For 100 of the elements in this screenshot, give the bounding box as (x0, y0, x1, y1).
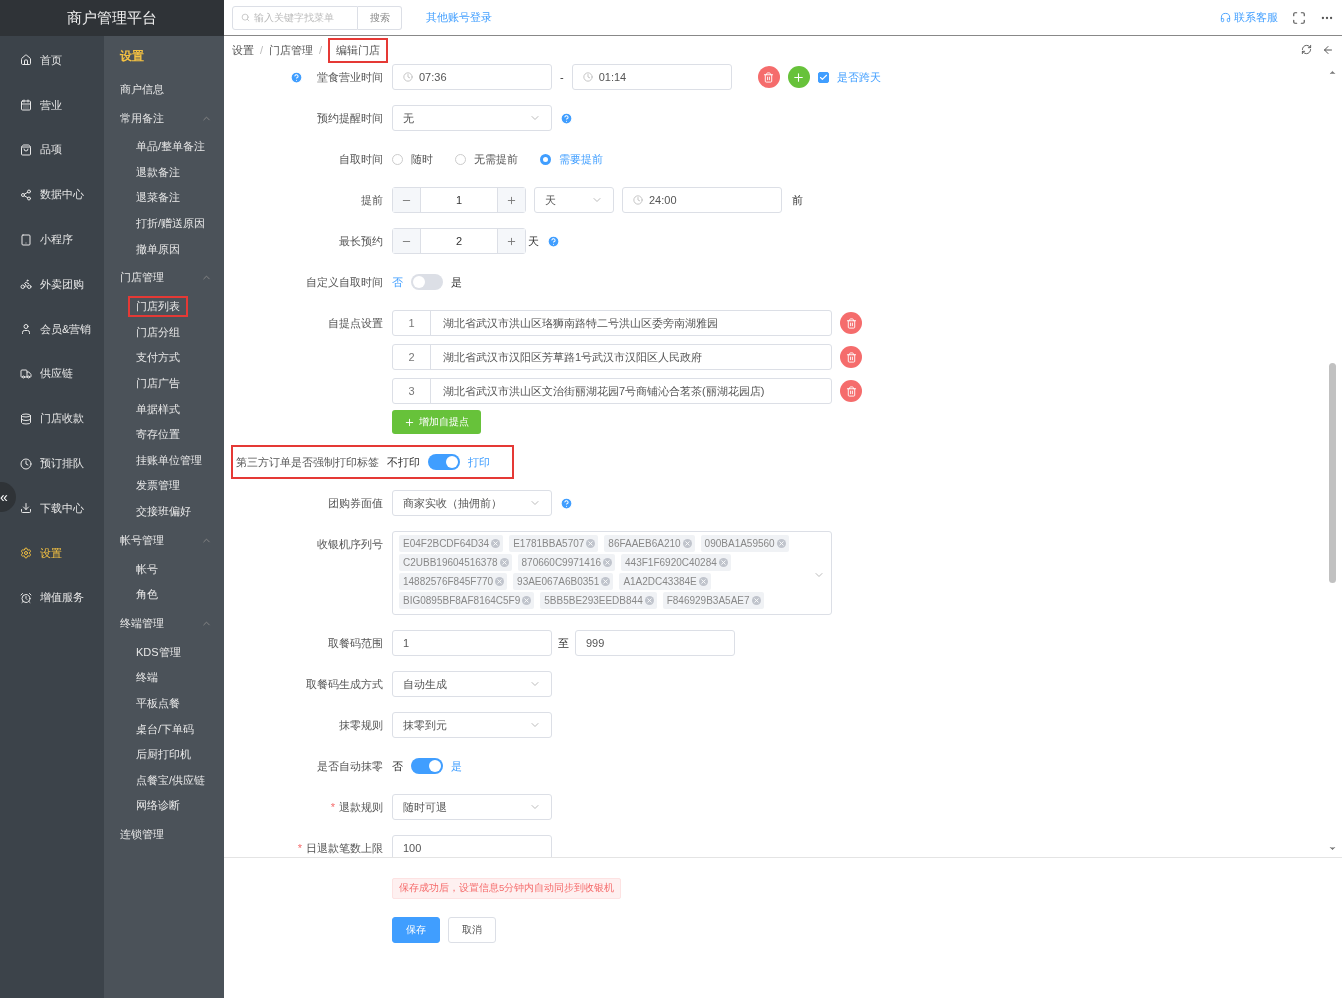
menu-item[interactable]: 单据样式 (136, 400, 180, 418)
toggle-switch[interactable] (411, 758, 443, 774)
number-stepper[interactable]: 2 (392, 228, 526, 254)
nav-item[interactable]: 下载中心 (18, 485, 104, 531)
menu-item[interactable]: 帐号 (136, 560, 158, 578)
help-icon[interactable] (560, 496, 573, 510)
select-field[interactable]: 自动生成 (392, 671, 552, 697)
toggle-switch[interactable] (428, 454, 460, 470)
nav-item[interactable]: 预订排队 (18, 441, 104, 486)
close-icon[interactable] (644, 596, 654, 605)
menu-item[interactable]: 桌台/下单码 (136, 720, 195, 738)
menu-item[interactable]: KDS管理 (136, 643, 181, 661)
delete-button[interactable] (757, 66, 780, 88)
close-icon[interactable] (682, 539, 692, 548)
menu-item[interactable]: 平板点餐 (136, 695, 180, 712)
close-icon[interactable] (698, 577, 708, 586)
time-field[interactable]: 07:36 (392, 64, 552, 90)
nav-item[interactable]: 数据中心 (18, 172, 104, 218)
search-button[interactable]: 搜索 (358, 5, 402, 30)
menu-item[interactable]: 门店分组 (136, 323, 180, 341)
time-field[interactable]: 01:14 (571, 64, 732, 90)
delete-button[interactable] (840, 312, 862, 334)
menu-item[interactable]: 寄存位置 (136, 426, 180, 444)
nav-item[interactable]: 门店收款 (18, 396, 104, 442)
close-icon[interactable] (499, 558, 509, 567)
fullscreen-icon[interactable] (1292, 10, 1306, 25)
time-field[interactable]: 24:00 (622, 187, 782, 213)
cancel-button[interactable]: 取消 (448, 917, 496, 943)
scroll-up-icon[interactable] (1328, 68, 1337, 77)
close-icon[interactable] (776, 539, 786, 548)
menu-item[interactable]: 门店广告 (136, 375, 180, 393)
menu-item[interactable]: 角色 (136, 586, 158, 604)
close-icon[interactable] (751, 596, 761, 605)
help-icon[interactable] (290, 70, 303, 84)
menu-item[interactable]: 点餐宝/供应链 (136, 771, 206, 789)
scroll-down-icon[interactable] (1328, 844, 1337, 853)
pickup-point-field[interactable]: 1 湖北省武汉市洪山区珞狮南路特二号洪山区委旁南湖雅园 (392, 310, 832, 336)
menu-item[interactable]: 商户信息 (120, 80, 164, 98)
menu-item[interactable]: 门店列表 (128, 296, 188, 318)
delete-button[interactable] (840, 380, 862, 402)
menu-group[interactable]: 门店管理 (120, 269, 164, 287)
nav-item[interactable]: 品项 (18, 127, 104, 173)
close-icon[interactable] (522, 596, 532, 605)
pickup-point-field[interactable]: 3 湖北省武汉市洪山区文治街丽湖花园7号商铺沁合茗茶(丽湖花园店) (392, 378, 832, 404)
menu-item[interactable]: 连锁管理 (120, 826, 164, 844)
number-stepper[interactable]: 1 (392, 187, 526, 213)
breadcrumb-item[interactable]: 门店管理 (269, 42, 314, 58)
input-field[interactable]: 1 (392, 630, 552, 656)
toggle-switch[interactable] (411, 274, 443, 290)
nav-item[interactable]: 供应链 (18, 351, 104, 397)
increment-button[interactable] (498, 229, 525, 253)
menu-group[interactable]: 常用备注 (120, 109, 164, 127)
menu-item[interactable]: 发票管理 (136, 477, 180, 495)
menu-item[interactable]: 挂账单位管理 (136, 451, 202, 469)
menu-item[interactable]: 退菜备注 (136, 189, 180, 207)
delete-button[interactable] (840, 346, 862, 368)
radio-option[interactable]: 无需提前 (455, 151, 518, 167)
nav-item[interactable]: 会员&营销 (18, 306, 104, 352)
menu-item[interactable]: 打折/赠送原因 (136, 215, 206, 233)
menu-item[interactable]: 退款备注 (136, 163, 180, 181)
input-field[interactable]: 100 (392, 835, 552, 857)
menu-item[interactable]: 交接班偏好 (136, 503, 191, 520)
pickup-point-field[interactable]: 2 湖北省武汉市汉阳区芳草路1号武汉市汉阳区人民政府 (392, 344, 832, 370)
nav-item[interactable]: 外卖团购 (18, 262, 104, 307)
scrollbar-thumb[interactable] (1329, 363, 1336, 583)
close-icon[interactable] (603, 558, 613, 567)
add-button[interactable] (787, 66, 810, 88)
nav-item[interactable]: 设置 (18, 530, 104, 576)
menu-group[interactable]: 终端管理 (120, 615, 164, 632)
menu-item[interactable]: 网络诊断 (136, 797, 180, 815)
nav-item[interactable]: 小程序 (18, 217, 104, 262)
close-icon[interactable] (718, 558, 728, 567)
refresh-icon[interactable] (1301, 44, 1312, 55)
help-icon[interactable] (560, 111, 573, 125)
select-field[interactable]: 天 (534, 187, 614, 213)
breadcrumb-item[interactable]: 设置 (232, 42, 254, 58)
decrement-button[interactable] (393, 229, 420, 253)
close-icon[interactable] (495, 577, 505, 586)
menu-item[interactable]: 支付方式 (136, 349, 180, 367)
select-field[interactable]: 抹零到元 (392, 712, 552, 738)
menu-item[interactable]: 后厨打印机 (136, 746, 191, 764)
menu-item[interactable]: 单品/整单备注 (136, 138, 206, 156)
breadcrumb-item[interactable]: 编辑门店 (328, 37, 389, 63)
checkbox[interactable] (817, 71, 829, 83)
select-field[interactable]: 无 (392, 105, 552, 131)
increment-button[interactable] (498, 188, 525, 212)
menu-item[interactable]: 终端 (136, 669, 158, 687)
radio-option[interactable]: 随时 (392, 151, 433, 167)
nav-item[interactable]: 首页 (18, 38, 104, 83)
close-icon[interactable] (586, 539, 596, 548)
select-field[interactable]: 商家实收（抽佣前） (392, 490, 552, 516)
nav-item[interactable]: 增值服务 (18, 575, 104, 621)
close-icon[interactable] (491, 539, 501, 548)
nav-item[interactable]: 营业 (18, 82, 104, 128)
select-field[interactable]: 随时可退 (392, 794, 552, 820)
back-icon[interactable] (1322, 44, 1334, 56)
help-icon[interactable] (547, 234, 560, 248)
menu-group[interactable]: 帐号管理 (120, 531, 164, 549)
close-icon[interactable] (601, 577, 611, 586)
input-field[interactable]: 999 (575, 630, 735, 656)
